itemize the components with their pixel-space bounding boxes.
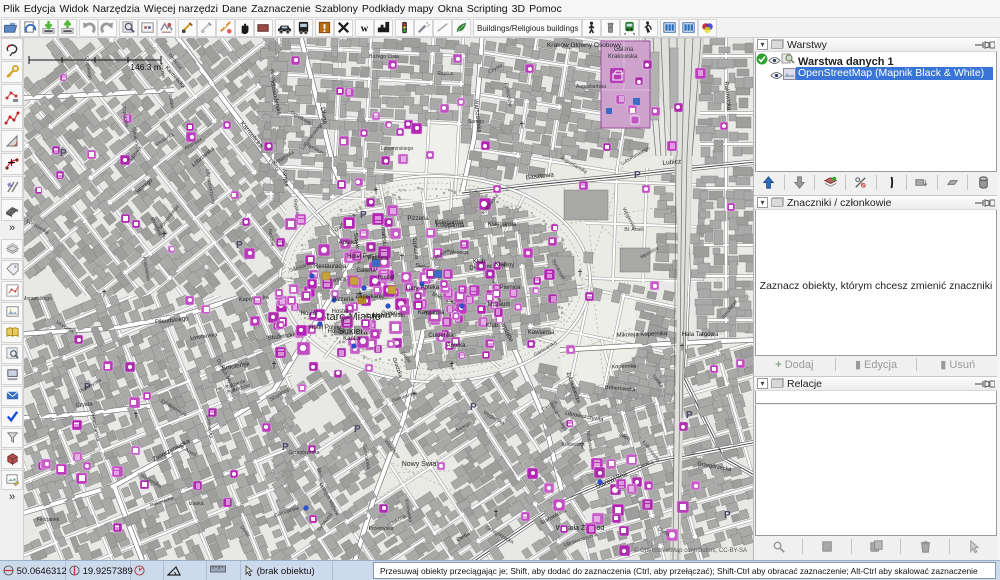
svg-text:†: † [577, 268, 582, 279]
svg-text:†: † [271, 360, 276, 371]
svg-text:Apteka: Apteka [339, 240, 358, 246]
svg-text:†: † [449, 360, 454, 371]
svg-text:Hostel: Hostel [331, 309, 348, 315]
svg-text:P: P [354, 424, 361, 435]
svg-text:Augustiańska: Augustiańska [576, 84, 606, 90]
svg-text:Kawiarnia: Kawiarnia [418, 310, 445, 316]
svg-text:Księgarnia: Księgarnia [488, 222, 517, 228]
svg-text:Klub: Klub [495, 262, 508, 268]
svg-text:© OpenStreetMap contributors,: © OpenStreetMap contributors, CC-BY-SA [634, 547, 747, 554]
svg-text:Piwnica: Piwnica [500, 285, 521, 291]
svg-text:Przemyska: Przemyska [369, 526, 394, 532]
svg-text:P: P [360, 210, 367, 221]
svg-text:146.3 m: 146.3 m [130, 62, 161, 72]
svg-text:Hostel: Hostel [377, 275, 394, 281]
svg-text:†: † [133, 410, 138, 421]
svg-text:Hostel: Hostel [327, 329, 344, 335]
svg-text:Bł. Anieli: Bł. Anieli [624, 227, 643, 233]
svg-text:Morawskiego: Morawskiego [24, 296, 52, 302]
svg-text:Sarego: Sarego [468, 119, 484, 125]
svg-text:Restauracja: Restauracja [314, 264, 347, 270]
svg-text:Kraków Główny Osobowy: Kraków Główny Osobowy [547, 42, 622, 49]
svg-text:†: † [399, 252, 404, 263]
svg-text:P: P [724, 510, 731, 521]
svg-text:Klub: Klub [486, 323, 499, 329]
svg-text:†: † [373, 186, 378, 197]
svg-text:Pizzeria: Pizzeria [407, 216, 429, 222]
svg-text:Kantor: Kantor [343, 336, 361, 342]
svg-text:Bożego Ciała: Bożego Ciała [369, 54, 399, 60]
svg-text:w: w [361, 23, 369, 34]
svg-text:P: P [686, 410, 693, 421]
svg-text:Lody: Lody [405, 286, 418, 292]
svg-text:P: P [470, 402, 477, 413]
svg-text:†: † [493, 508, 498, 519]
svg-text:Pizzeria: Pizzeria [332, 297, 354, 303]
svg-text:Lubomirskiego: Lubomirskiego [381, 146, 414, 152]
svg-text:Grzegórzecka: Grzegórzecka [288, 450, 319, 456]
svg-text:Rajska: Rajska [437, 71, 453, 77]
svg-text:Zapiekanki: Zapiekanki [355, 294, 384, 300]
svg-text:P: P [236, 240, 243, 251]
svg-text:Apteka: Apteka [421, 285, 440, 291]
svg-text:Kopernika: Kopernika [611, 364, 637, 371]
svg-text:Wenecja: Wenecja [449, 250, 469, 256]
svg-text:Księgarnia: Księgarnia [436, 223, 465, 229]
svg-text:Klub: Klub [473, 259, 486, 265]
svg-text:†: † [679, 342, 684, 353]
svg-text:Hostel: Hostel [300, 311, 317, 317]
svg-text:Galeria: Galeria [356, 268, 376, 274]
svg-text:Piwnica: Piwnica [368, 256, 389, 262]
svg-text:P: P [60, 148, 67, 159]
svg-text:†: † [101, 288, 106, 299]
svg-text:Muzeum: Muzeum [487, 302, 510, 308]
svg-text:Kawiarnia: Kawiarnia [528, 330, 555, 336]
svg-text:Nowy Świat: Nowy Świat [402, 459, 439, 468]
svg-text:P: P [634, 170, 641, 181]
svg-text:Hala Targowa: Hala Targowa [682, 332, 719, 338]
svg-text:Felicjanek: Felicjanek [37, 517, 60, 523]
svg-text:Galeria: Galeria [381, 311, 401, 317]
svg-text:Królewska: Królewska [561, 442, 584, 448]
svg-text:Apteka: Apteka [447, 343, 466, 349]
svg-text:Krakowska: Krakowska [608, 54, 638, 60]
svg-text:Cukiernia: Cukiernia [428, 333, 454, 339]
svg-text:Izaaka: Izaaka [189, 501, 204, 507]
svg-text:†: † [519, 120, 524, 131]
